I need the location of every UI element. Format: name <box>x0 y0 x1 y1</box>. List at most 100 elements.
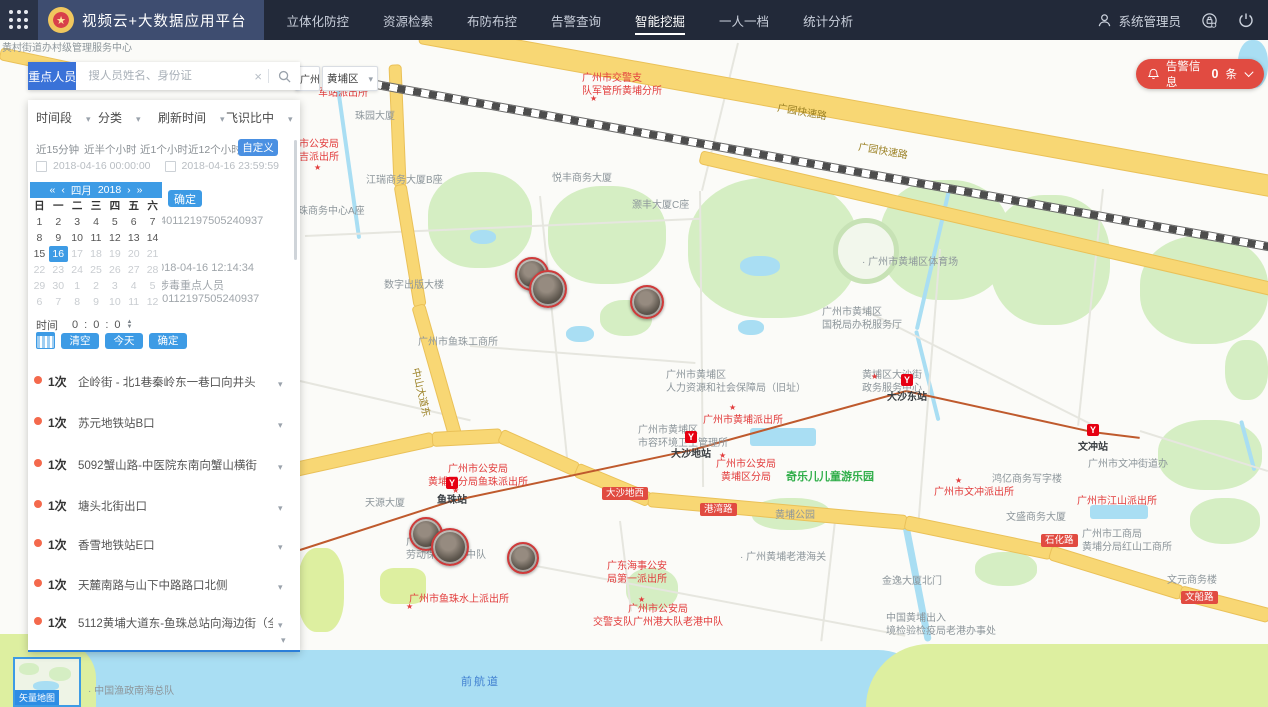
calendar-day-cell[interactable]: 10 <box>68 230 87 246</box>
calendar-day-cell[interactable]: 9 <box>49 230 68 246</box>
calendar-day-cell[interactable]: 26 <box>105 262 124 278</box>
custom-range-button[interactable]: 自定义 <box>238 139 278 156</box>
filter-dropdown[interactable]: 刷新时间 <box>158 109 225 126</box>
calendar-confirm-button[interactable]: 确定 <box>168 190 202 207</box>
calendar-day-cell[interactable]: 29 <box>30 278 49 294</box>
hit-location-row[interactable]: 1次 苏元地铁站B口 <box>28 412 300 432</box>
person-hit-avatar-marker[interactable] <box>529 270 567 308</box>
calendar-day-cell[interactable]: 17 <box>68 246 87 262</box>
calendar-day-cell[interactable]: 4 <box>87 214 106 230</box>
calendar-day-cell[interactable]: 1 <box>68 278 87 294</box>
calendar-day-cell[interactable]: 7 <box>143 214 162 230</box>
expand-row-icon[interactable] <box>278 457 283 475</box>
logout-button[interactable] <box>1238 12 1254 28</box>
date-to-field[interactable]: 2018-04-16 23:59:59 <box>182 160 280 172</box>
key-person-tab[interactable]: 重点人员 <box>28 62 76 90</box>
calendar-day-cell[interactable]: 23 <box>49 262 68 278</box>
hit-location-row[interactable]: 1次 企岭街 - 北1巷秦岭东一巷口向井头 <box>28 371 300 391</box>
calendar-day-cell[interactable]: 10 <box>105 294 124 310</box>
nav-menu-item[interactable]: 立体化防控 <box>286 11 349 30</box>
calendar-day-cell[interactable]: 2 <box>87 278 106 294</box>
hit-location-row[interactable]: 1次 5112黄埔大道东-鱼珠总站向海边街（全） <box>28 612 300 632</box>
search-input[interactable] <box>76 70 248 82</box>
person-hit-avatar-marker[interactable] <box>630 285 664 319</box>
quick-time-range[interactable]: 近半个小时 <box>84 142 137 157</box>
hit-location-row[interactable]: 1次 5092蟹山路-中医院东南向蟹山横街 <box>28 454 300 474</box>
filter-dropdown[interactable]: 飞识比中 <box>226 109 293 126</box>
calendar-day-cell[interactable]: 6 <box>124 214 143 230</box>
user-menu[interactable]: 系统管理员 <box>1097 11 1181 30</box>
nav-menu-item[interactable]: 资源检索 <box>383 11 433 30</box>
calendar-day-cell[interactable]: 21 <box>143 246 162 262</box>
nav-menu-item[interactable]: 统计分析 <box>803 11 853 30</box>
expand-row-icon[interactable] <box>278 374 283 392</box>
next-month-button[interactable]: › <box>127 184 131 196</box>
calendar-day-cell[interactable]: 24 <box>68 262 87 278</box>
person-hit-avatar-marker[interactable] <box>507 542 539 574</box>
calendar-day-cell[interactable]: 12 <box>143 294 162 310</box>
quick-time-range[interactable]: 近12个小时 <box>188 142 242 157</box>
calendar-day-cell[interactable]: 16 <box>49 246 68 262</box>
filter-dropdown[interactable]: 分类 <box>98 109 141 126</box>
calendar-month[interactable]: 四月 <box>71 183 92 198</box>
calendar-day-cell[interactable]: 3 <box>68 214 87 230</box>
calendar-day-cell[interactable]: 8 <box>68 294 87 310</box>
date-checkbox[interactable] <box>165 161 176 172</box>
calendar-toggle-button[interactable] <box>36 332 55 349</box>
hit-location-row[interactable]: 1次 天麓南路与山下中路路口北侧 <box>28 574 300 594</box>
calendar-day-cell[interactable]: 3 <box>105 278 124 294</box>
scroll-more-icon[interactable] <box>281 630 286 648</box>
expand-row-icon[interactable] <box>278 537 283 555</box>
expand-row-icon[interactable] <box>278 498 283 516</box>
quick-time-range[interactable]: 近15分钟 <box>36 142 79 157</box>
calendar-day-cell[interactable]: 25 <box>87 262 106 278</box>
calendar-day-cell[interactable]: 14 <box>143 230 162 246</box>
calendar-day-cell[interactable]: 7 <box>49 294 68 310</box>
prev-year-button[interactable]: « <box>49 184 55 196</box>
nav-menu-item[interactable]: 布防布控 <box>467 11 517 30</box>
time-spinner[interactable]: ▲▼ <box>127 320 133 330</box>
calendar-day-cell[interactable]: 9 <box>87 294 106 310</box>
calendar-day-cell[interactable]: 22 <box>30 262 49 278</box>
hour-field[interactable]: 0 <box>72 319 78 331</box>
district-select[interactable]: 黄埔区 <box>322 66 378 91</box>
calendar-day-cell[interactable]: 15 <box>30 246 49 262</box>
today-button[interactable]: 今天 <box>105 333 143 349</box>
clear-button[interactable]: 清空 <box>61 333 99 349</box>
calendar-day-cell[interactable]: 5 <box>105 214 124 230</box>
next-year-button[interactable]: » <box>137 184 143 196</box>
calendar-day-cell[interactable]: 5 <box>143 278 162 294</box>
security-settings-button[interactable] <box>1201 12 1218 29</box>
app-grid-button[interactable] <box>0 0 38 40</box>
filter-dropdown[interactable]: 时间段 <box>36 109 91 126</box>
search-icon[interactable] <box>269 70 300 83</box>
calendar-day-cell[interactable]: 6 <box>30 294 49 310</box>
alarm-info-pill[interactable]: 告警信息 0 条 <box>1136 59 1264 89</box>
calendar-year[interactable]: 2018 <box>98 184 121 196</box>
expand-row-icon[interactable] <box>278 577 283 595</box>
prev-month-button[interactable]: ‹ <box>61 184 65 196</box>
nav-menu-item[interactable]: 一人一档 <box>719 11 769 30</box>
quick-time-range[interactable]: 近1个小时 <box>140 142 188 157</box>
panel-scrollbar[interactable] <box>294 140 297 260</box>
calendar-day-cell[interactable]: 28 <box>143 262 162 278</box>
calendar-day-cell[interactable]: 19 <box>105 246 124 262</box>
nav-menu-item[interactable]: 告警查询 <box>551 11 601 30</box>
date-from-field[interactable]: 2018-04-16 00:00:00 <box>53 160 151 172</box>
confirm-button[interactable]: 确定 <box>149 333 187 349</box>
calendar-day-cell[interactable]: 11 <box>87 230 106 246</box>
calendar-day-cell[interactable]: 30 <box>49 278 68 294</box>
calendar-day-cell[interactable]: 13 <box>124 230 143 246</box>
calendar-day-cell[interactable]: 27 <box>124 262 143 278</box>
calendar-day-cell[interactable]: 4 <box>124 278 143 294</box>
calendar-day-cell[interactable]: 18 <box>87 246 106 262</box>
hit-location-row[interactable]: 1次 塘头北街出口 <box>28 495 300 515</box>
calendar-day-cell[interactable]: 12 <box>105 230 124 246</box>
calendar-day-cell[interactable]: 1 <box>30 214 49 230</box>
minute-field[interactable]: 0 <box>93 319 99 331</box>
second-field[interactable]: 0 <box>114 319 120 331</box>
minimap-toggle[interactable]: 矢量地图 <box>13 657 81 707</box>
date-checkbox[interactable] <box>36 161 47 172</box>
calendar-day-cell[interactable]: 2 <box>49 214 68 230</box>
calendar-day-cell[interactable]: 11 <box>124 294 143 310</box>
